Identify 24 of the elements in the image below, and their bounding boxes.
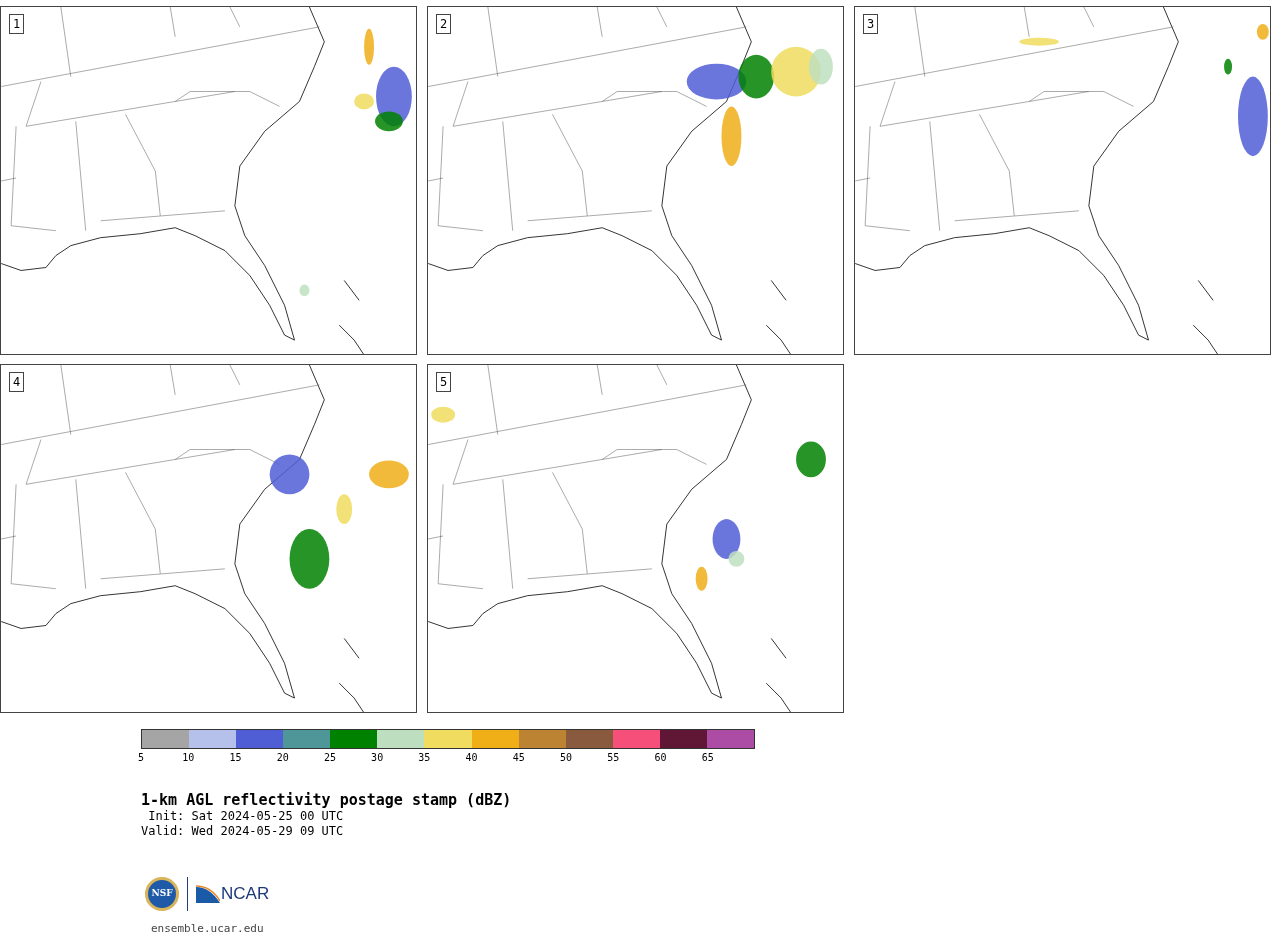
- nsf-logo: NSF: [145, 877, 179, 911]
- ncar-logo: NCAR: [196, 885, 270, 903]
- tick-label: 35: [418, 751, 431, 765]
- tick-label: 25: [323, 751, 336, 765]
- panel-number: 4: [9, 372, 25, 392]
- tick-label: 50: [560, 751, 573, 765]
- panel-number: 5: [436, 372, 452, 392]
- website-url: ensemble.ucar.edu: [151, 922, 264, 935]
- panel-number: 1: [9, 14, 25, 34]
- tick-label: 15: [229, 751, 242, 765]
- panel-number: 2: [436, 14, 452, 34]
- tick-label: 65: [701, 751, 714, 765]
- panel-number: 3: [863, 14, 879, 34]
- tick-label: 20: [276, 751, 289, 765]
- init-time: Init: Sat 2024-05-25 00 UTC: [147, 809, 345, 824]
- tick-label: 10: [182, 751, 195, 765]
- chart-title: 1-km AGL reflectivity postage stamp (dBZ): [141, 791, 513, 809]
- tick-label: 60: [654, 751, 667, 765]
- tick-label: 30: [371, 751, 384, 765]
- tick-label: 5: [138, 751, 144, 765]
- tick-label: 45: [512, 751, 525, 765]
- tick-label: 40: [465, 751, 478, 765]
- valid-time: Valid: Wed 2024-05-29 09 UTC: [141, 824, 345, 839]
- tick-label: 55: [607, 751, 620, 765]
